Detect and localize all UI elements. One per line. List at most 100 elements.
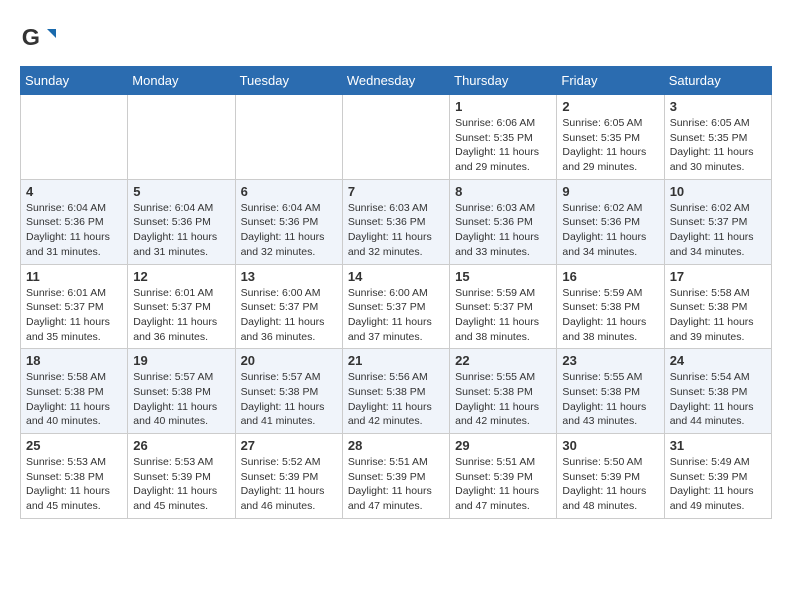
day-info: Sunrise: 6:04 AM Sunset: 5:36 PM Dayligh… [241, 201, 337, 260]
calendar-cell: 2 Sunrise: 6:05 AM Sunset: 5:35 PM Daylig… [557, 95, 664, 180]
weekday-header-friday: Friday [557, 67, 664, 95]
day-number: 23 [562, 353, 658, 368]
calendar-cell: 6 Sunrise: 6:04 AM Sunset: 5:36 PM Daylig… [235, 179, 342, 264]
calendar-cell: 27 Sunrise: 5:52 AM Sunset: 5:39 PM Dayli… [235, 434, 342, 519]
day-info: Sunrise: 5:59 AM Sunset: 5:38 PM Dayligh… [562, 286, 658, 345]
calendar-week-row: 25Sunrise: 5:53 AM Sunset: 5:38 PM Dayli… [21, 434, 772, 519]
calendar-cell: 23 Sunrise: 5:55 AM Sunset: 5:38 PM Dayli… [557, 349, 664, 434]
calendar-cell: 28Sunrise: 5:51 AM Sunset: 5:39 PM Dayli… [342, 434, 449, 519]
calendar-cell: 10 Sunrise: 6:02 AM Sunset: 5:37 PM Dayli… [664, 179, 771, 264]
day-info: Sunrise: 6:00 AM Sunset: 5:37 PM Dayligh… [348, 286, 444, 345]
day-number: 28 [348, 438, 444, 453]
weekday-header-tuesday: Tuesday [235, 67, 342, 95]
day-number: 5 [133, 184, 229, 199]
day-number: 18 [26, 353, 122, 368]
day-info: Sunrise: 5:57 AM Sunset: 5:38 PM Dayligh… [241, 370, 337, 429]
day-number: 4 [26, 184, 122, 199]
calendar-cell: 7 Sunrise: 6:03 AM Sunset: 5:36 PM Daylig… [342, 179, 449, 264]
day-info: Sunrise: 5:55 AM Sunset: 5:38 PM Dayligh… [562, 370, 658, 429]
calendar-cell: 5 Sunrise: 6:04 AM Sunset: 5:36 PM Daylig… [128, 179, 235, 264]
day-info: Sunrise: 5:51 AM Sunset: 5:39 PM Dayligh… [455, 455, 551, 514]
day-info: Sunrise: 5:56 AM Sunset: 5:38 PM Dayligh… [348, 370, 444, 429]
calendar-cell: 9Sunrise: 6:02 AM Sunset: 5:36 PM Daylig… [557, 179, 664, 264]
day-number: 15 [455, 269, 551, 284]
calendar-cell: 3 Sunrise: 6:05 AM Sunset: 5:35 PM Daylig… [664, 95, 771, 180]
weekday-header-sunday: Sunday [21, 67, 128, 95]
day-number: 13 [241, 269, 337, 284]
calendar-cell: 14Sunrise: 6:00 AM Sunset: 5:37 PM Dayli… [342, 264, 449, 349]
calendar-cell: 8 Sunrise: 6:03 AM Sunset: 5:36 PM Daylig… [450, 179, 557, 264]
calendar-cell [342, 95, 449, 180]
day-info: Sunrise: 6:06 AM Sunset: 5:35 PM Dayligh… [455, 116, 551, 175]
day-number: 22 [455, 353, 551, 368]
day-info: Sunrise: 5:53 AM Sunset: 5:39 PM Dayligh… [133, 455, 229, 514]
day-info: Sunrise: 5:55 AM Sunset: 5:38 PM Dayligh… [455, 370, 551, 429]
calendar-cell [128, 95, 235, 180]
day-info: Sunrise: 6:04 AM Sunset: 5:36 PM Dayligh… [26, 201, 122, 260]
day-number: 11 [26, 269, 122, 284]
weekday-header-thursday: Thursday [450, 67, 557, 95]
day-number: 3 [670, 99, 766, 114]
page-header: G [20, 20, 772, 56]
day-info: Sunrise: 6:03 AM Sunset: 5:36 PM Dayligh… [348, 201, 444, 260]
calendar-cell: 24Sunrise: 5:54 AM Sunset: 5:38 PM Dayli… [664, 349, 771, 434]
calendar-cell: 16 Sunrise: 5:59 AM Sunset: 5:38 PM Dayli… [557, 264, 664, 349]
day-info: Sunrise: 6:00 AM Sunset: 5:37 PM Dayligh… [241, 286, 337, 345]
calendar-cell: 25Sunrise: 5:53 AM Sunset: 5:38 PM Dayli… [21, 434, 128, 519]
day-number: 12 [133, 269, 229, 284]
day-number: 30 [562, 438, 658, 453]
calendar-cell: 21 Sunrise: 5:56 AM Sunset: 5:38 PM Dayli… [342, 349, 449, 434]
day-info: Sunrise: 6:02 AM Sunset: 5:37 PM Dayligh… [670, 201, 766, 260]
calendar-cell: 18Sunrise: 5:58 AM Sunset: 5:38 PM Dayli… [21, 349, 128, 434]
calendar-cell: 12 Sunrise: 6:01 AM Sunset: 5:37 PM Dayli… [128, 264, 235, 349]
calendar-cell: 30 Sunrise: 5:50 AM Sunset: 5:39 PM Dayli… [557, 434, 664, 519]
weekday-header-monday: Monday [128, 67, 235, 95]
calendar-cell: 15 Sunrise: 5:59 AM Sunset: 5:37 PM Dayli… [450, 264, 557, 349]
calendar-week-row: 18Sunrise: 5:58 AM Sunset: 5:38 PM Dayli… [21, 349, 772, 434]
day-number: 29 [455, 438, 551, 453]
day-number: 2 [562, 99, 658, 114]
day-number: 20 [241, 353, 337, 368]
day-number: 6 [241, 184, 337, 199]
calendar-cell: 20 Sunrise: 5:57 AM Sunset: 5:38 PM Dayli… [235, 349, 342, 434]
calendar-week-row: 4 Sunrise: 6:04 AM Sunset: 5:36 PM Daylig… [21, 179, 772, 264]
calendar-cell: 29 Sunrise: 5:51 AM Sunset: 5:39 PM Dayli… [450, 434, 557, 519]
day-info: Sunrise: 6:02 AM Sunset: 5:36 PM Dayligh… [562, 201, 658, 260]
day-info: Sunrise: 6:05 AM Sunset: 5:35 PM Dayligh… [670, 116, 766, 175]
day-number: 7 [348, 184, 444, 199]
calendar-cell: 26 Sunrise: 5:53 AM Sunset: 5:39 PM Dayli… [128, 434, 235, 519]
day-number: 21 [348, 353, 444, 368]
day-info: Sunrise: 5:52 AM Sunset: 5:39 PM Dayligh… [241, 455, 337, 514]
day-info: Sunrise: 5:57 AM Sunset: 5:38 PM Dayligh… [133, 370, 229, 429]
day-info: Sunrise: 5:49 AM Sunset: 5:39 PM Dayligh… [670, 455, 766, 514]
logo: G [20, 20, 60, 56]
day-info: Sunrise: 6:01 AM Sunset: 5:37 PM Dayligh… [26, 286, 122, 345]
day-number: 16 [562, 269, 658, 284]
day-number: 26 [133, 438, 229, 453]
day-number: 31 [670, 438, 766, 453]
day-number: 10 [670, 184, 766, 199]
day-info: Sunrise: 5:50 AM Sunset: 5:39 PM Dayligh… [562, 455, 658, 514]
calendar-cell: 11 Sunrise: 6:01 AM Sunset: 5:37 PM Dayli… [21, 264, 128, 349]
day-info: Sunrise: 5:59 AM Sunset: 5:37 PM Dayligh… [455, 286, 551, 345]
day-number: 27 [241, 438, 337, 453]
calendar-cell: 13 Sunrise: 6:00 AM Sunset: 5:37 PM Dayli… [235, 264, 342, 349]
svg-text:G: G [22, 24, 40, 50]
calendar-cell: 31 Sunrise: 5:49 AM Sunset: 5:39 PM Dayli… [664, 434, 771, 519]
calendar-cell: 17Sunrise: 5:58 AM Sunset: 5:38 PM Dayli… [664, 264, 771, 349]
day-number: 24 [670, 353, 766, 368]
calendar-cell: 1 Sunrise: 6:06 AM Sunset: 5:35 PM Daylig… [450, 95, 557, 180]
day-info: Sunrise: 6:03 AM Sunset: 5:36 PM Dayligh… [455, 201, 551, 260]
calendar-cell [21, 95, 128, 180]
day-number: 1 [455, 99, 551, 114]
calendar-cell: 19Sunrise: 5:57 AM Sunset: 5:38 PM Dayli… [128, 349, 235, 434]
calendar-cell [235, 95, 342, 180]
day-number: 8 [455, 184, 551, 199]
day-info: Sunrise: 6:01 AM Sunset: 5:37 PM Dayligh… [133, 286, 229, 345]
day-info: Sunrise: 6:05 AM Sunset: 5:35 PM Dayligh… [562, 116, 658, 175]
day-number: 25 [26, 438, 122, 453]
day-info: Sunrise: 6:04 AM Sunset: 5:36 PM Dayligh… [133, 201, 229, 260]
weekday-header-wednesday: Wednesday [342, 67, 449, 95]
calendar-week-row: 1 Sunrise: 6:06 AM Sunset: 5:35 PM Daylig… [21, 95, 772, 180]
day-info: Sunrise: 5:58 AM Sunset: 5:38 PM Dayligh… [670, 286, 766, 345]
